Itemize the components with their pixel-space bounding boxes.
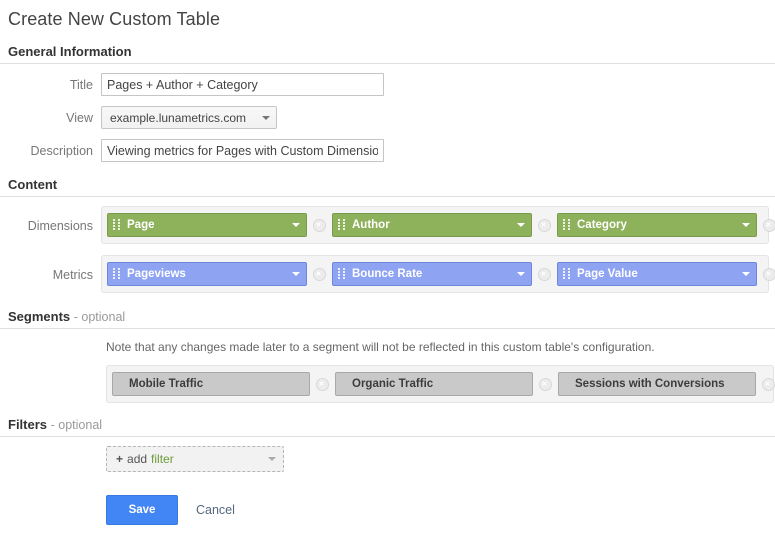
remove-metric-icon[interactable] — [313, 267, 326, 281]
add-filter-target: filter — [151, 452, 174, 466]
chevron-down-icon — [517, 223, 525, 227]
description-label: Description — [30, 144, 93, 158]
segments-section: Segments - optional Note that any change… — [0, 309, 775, 403]
segment-chip[interactable]: Sessions with Conversions — [558, 372, 756, 396]
general-information-section: General Information Title View example.l… — [0, 44, 775, 163]
chevron-down-icon — [742, 223, 750, 227]
chevron-down-icon — [517, 272, 525, 276]
metric-chip[interactable]: Pageviews — [107, 262, 307, 286]
drag-handle-icon[interactable] — [113, 219, 120, 231]
description-row: Description — [0, 139, 775, 163]
title-field-wrap — [101, 73, 775, 96]
remove-metric-icon[interactable] — [763, 267, 775, 281]
dimension-chip-label: Author — [352, 219, 390, 231]
remove-segment-icon[interactable] — [316, 377, 329, 391]
plus-icon: + — [116, 452, 124, 466]
description-input[interactable] — [101, 139, 384, 162]
content-section: Content Dimensions Page Author Category … — [0, 177, 775, 295]
dimension-chip[interactable]: Author — [332, 213, 532, 237]
general-information-heading: General Information — [8, 44, 132, 59]
chevron-down-icon — [292, 223, 300, 227]
drag-handle-icon[interactable] — [113, 268, 120, 280]
remove-dimension-icon[interactable] — [763, 218, 775, 232]
page-title: Create New Custom Table — [8, 9, 221, 29]
description-field-wrap — [101, 139, 775, 162]
view-field-wrap: example.lunametrics.com — [101, 106, 775, 129]
segment-chip-label: Organic Traffic — [352, 378, 434, 390]
divider — [0, 63, 775, 64]
segment-chip-label: Mobile Traffic — [129, 378, 204, 390]
add-filter-text: add — [127, 452, 148, 466]
segment-chip-label: Sessions with Conversions — [575, 378, 725, 390]
metric-chip-label: Bounce Rate — [352, 268, 423, 280]
remove-segment-icon[interactable] — [762, 377, 775, 391]
drag-handle-icon[interactable] — [563, 219, 570, 231]
divider — [0, 436, 775, 437]
title-label: Title — [69, 78, 93, 92]
dimensions-tray: Page Author Category — [101, 206, 775, 244]
segments-optional-text: - optional — [73, 310, 126, 324]
dimension-chip[interactable]: Category — [557, 213, 757, 237]
filters-heading: Filters - optional — [0, 417, 775, 436]
metrics-label: Metrics — [52, 268, 93, 282]
dimensions-field-wrap: Page Author Category — [101, 206, 775, 244]
view-select[interactable]: example.lunametrics.com — [101, 106, 278, 129]
divider — [0, 328, 775, 329]
divider — [0, 196, 775, 197]
view-row: View example.lunametrics.com — [0, 106, 775, 130]
chevron-down-icon — [262, 115, 271, 120]
remove-segment-icon[interactable] — [539, 377, 552, 391]
remove-metric-icon[interactable] — [538, 267, 551, 281]
title-row: Title — [0, 73, 775, 97]
dimension-chip[interactable]: Page — [107, 213, 307, 237]
drag-handle-icon[interactable] — [563, 268, 570, 280]
drag-handle-icon[interactable] — [338, 219, 345, 231]
metric-chip[interactable]: Page Value — [557, 262, 757, 286]
segments-heading-text: Segments — [8, 309, 71, 324]
chevron-down-icon — [742, 272, 750, 276]
add-filter-button[interactable]: + add filter — [106, 446, 284, 472]
drag-handle-icon[interactable] — [338, 268, 345, 280]
remove-dimension-icon[interactable] — [313, 218, 326, 232]
metric-chip[interactable]: Bounce Rate — [332, 262, 532, 286]
create-custom-table-page: Create New Custom Table General Informat… — [0, 0, 775, 542]
segment-chip[interactable]: Mobile Traffic — [112, 372, 310, 396]
view-label: View — [66, 111, 93, 125]
remove-dimension-icon[interactable] — [538, 218, 551, 232]
save-button[interactable]: Save — [106, 495, 178, 525]
segment-chip[interactable]: Organic Traffic — [335, 372, 533, 396]
dimensions-label: Dimensions — [27, 219, 93, 233]
title-input[interactable] — [101, 73, 384, 96]
segments-body: Note that any changes made later to a se… — [0, 340, 775, 403]
view-select-value: example.lunametrics.com — [110, 110, 247, 125]
segments-note: Note that any changes made later to a se… — [106, 340, 655, 354]
metrics-row: Metrics Pageviews Bounce Rate Page Value — [0, 255, 775, 295]
filters-body: + add filter Save Cancel — [0, 446, 775, 525]
metric-chip-label: Page Value — [577, 268, 638, 280]
chevron-down-icon — [268, 457, 276, 461]
dimension-chip-label: Category — [577, 219, 627, 231]
cancel-button[interactable]: Cancel — [196, 503, 235, 517]
segments-heading: Segments - optional — [0, 309, 775, 328]
form-actions: Save Cancel — [106, 495, 775, 525]
metric-chip-label: Pageviews — [127, 268, 186, 280]
content-heading: Content — [8, 177, 58, 192]
dimensions-row: Dimensions Page Author Category — [0, 206, 775, 246]
segments-tray: Mobile Traffic Organic Traffic Sessions … — [106, 365, 775, 403]
dimension-chip-label: Page — [127, 219, 155, 231]
chevron-down-icon — [292, 272, 300, 276]
filters-heading-text: Filters — [8, 417, 48, 432]
metrics-tray: Pageviews Bounce Rate Page Value — [101, 255, 775, 293]
filters-optional-text: - optional — [50, 418, 103, 432]
filters-section: Filters - optional + add filter Save Can… — [0, 417, 775, 525]
metrics-field-wrap: Pageviews Bounce Rate Page Value — [101, 255, 775, 293]
